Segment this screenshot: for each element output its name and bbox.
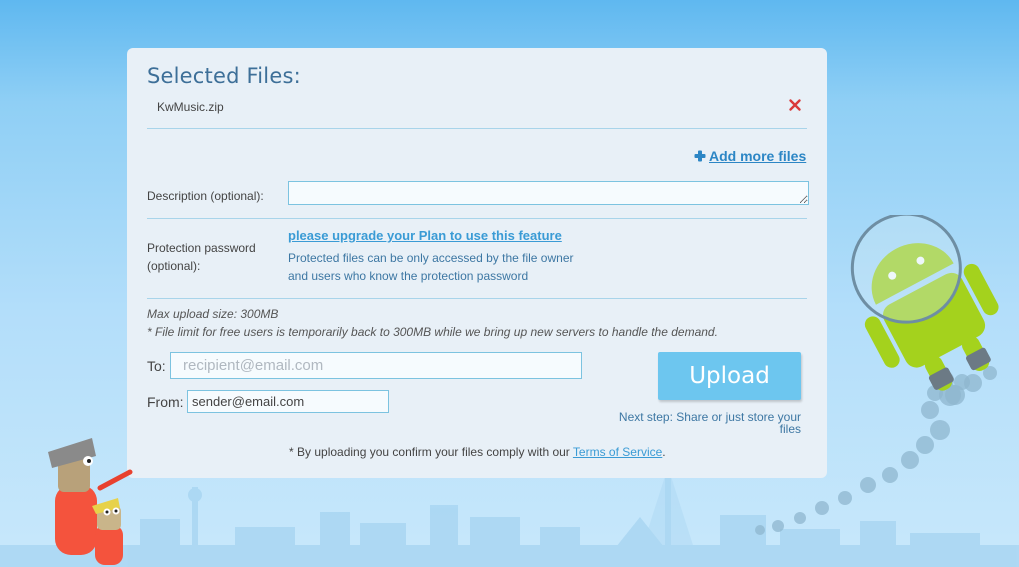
- upload-panel: Selected Files: KwMusic.zip Add more fil…: [127, 48, 827, 478]
- terms-of-service-link[interactable]: Terms of Service: [573, 445, 662, 459]
- file-limit-note: * File limit for free users is temporari…: [147, 325, 718, 339]
- terms-suffix: .: [662, 445, 666, 459]
- to-label: To:: [147, 358, 166, 374]
- recipient-email-input[interactable]: [170, 352, 582, 379]
- terms-notice: * By uploading you confirm your files co…: [289, 445, 666, 459]
- add-more-files-label: Add more files: [709, 148, 807, 164]
- description-label: Description (optional):: [147, 189, 264, 203]
- plus-icon: [694, 150, 706, 162]
- file-name: KwMusic.zip: [157, 100, 224, 114]
- terms-prefix: * By uploading you confirm your files co…: [289, 445, 573, 459]
- close-icon[interactable]: [787, 97, 803, 113]
- upgrade-plan-link[interactable]: please upgrade your Plan to use this fea…: [288, 228, 562, 243]
- protection-label-line2: (optional):: [147, 259, 201, 273]
- divider: [147, 298, 807, 299]
- mascot-illustration: [48, 438, 133, 565]
- description-input[interactable]: [288, 181, 809, 205]
- sender-email-input[interactable]: [187, 390, 389, 413]
- selected-files-title: Selected Files:: [147, 64, 301, 88]
- android-astronaut-illustration: [850, 215, 999, 405]
- next-step-text: Next step: Share or just store your file…: [618, 410, 801, 436]
- protection-password-label: Protection password (optional):: [147, 239, 256, 275]
- divider: [147, 218, 807, 219]
- protection-info-line1: Protected files can be only accessed by …: [288, 251, 574, 265]
- upload-button[interactable]: Upload: [658, 352, 801, 400]
- divider: [147, 128, 807, 129]
- protection-label-line1: Protection password: [147, 241, 256, 255]
- protection-info: Protected files can be only accessed by …: [288, 249, 588, 285]
- from-label: From:: [147, 394, 184, 410]
- add-more-files-link[interactable]: Add more files: [694, 148, 806, 164]
- protection-info-line2: and users who know the protection passwo…: [288, 269, 529, 283]
- max-upload-size-note: Max upload size: 300MB: [147, 307, 279, 321]
